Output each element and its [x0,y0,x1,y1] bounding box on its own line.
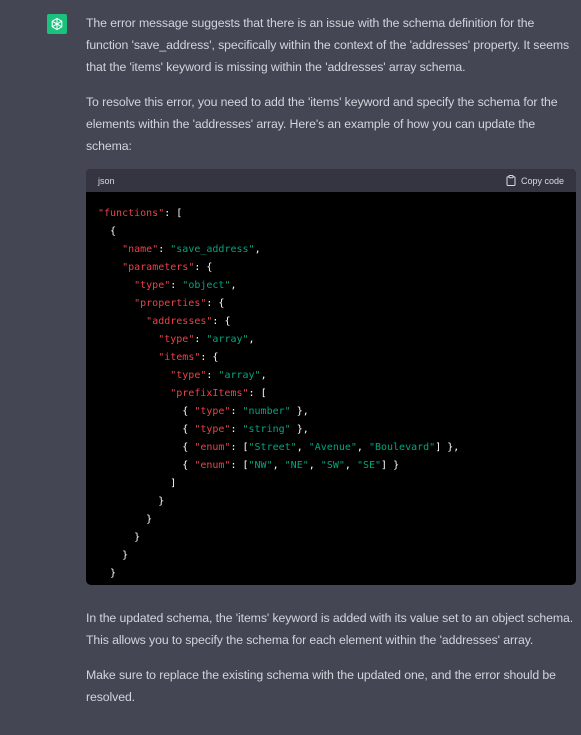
code-line: "type": "array", [170,370,267,381]
message-paragraph: In the updated schema, the 'items' keywo… [86,611,574,647]
code-line: { "enum": ["NW", "NE", "SW", "SE"] } [98,460,400,471]
copy-code-label: Copy code [520,175,564,186]
code-line: ] [98,478,177,489]
code-content: "functions": [ { "name": "save_address",… [98,205,564,585]
message-paragraph: To resolve this error, you need to add t… [86,95,558,153]
code-language-label: json [98,175,115,186]
code-line: } [98,550,129,561]
code-line: "name": "save_address", [122,244,261,255]
code-block-header: json Copy code [86,169,576,192]
clipboard-icon [506,175,516,186]
code-block: json Copy code "functions": [ { "name": … [86,169,576,585]
code-line: "parameters": { [122,262,213,273]
code-body: "functions": [ { "name": "save_address",… [86,192,576,585]
code-line: "prefixItems": [ [170,388,267,399]
code-line: } [98,568,117,579]
code-line: { [98,226,117,237]
copy-code-button[interactable]: Copy code [506,175,564,186]
code-line: { "enum": ["Street", "Avenue", "Boulevar… [98,442,460,453]
code-line: } [98,532,141,543]
code-line: } [98,514,153,525]
openai-logo-icon [50,17,64,31]
code-line: "addresses": { [146,316,231,327]
code-line: "type": "array", [158,334,255,345]
assistant-avatar [47,14,67,34]
code-line: "items": { [158,352,219,363]
code-line: "properties": { [134,298,225,309]
code-line: { "type": "string" }, [98,424,309,435]
assistant-message: The error message suggests that there is… [86,12,576,708]
code-line: } [98,496,165,507]
code-line: "type": "object", [134,280,237,291]
message-paragraph: The error message suggests that there is… [86,16,570,74]
code-line: "functions": [ [98,208,183,219]
message-paragraph: Make sure to replace the existing schema… [86,668,556,704]
code-line: ] [98,583,564,585]
code-line: { "type": "number" }, [98,406,309,417]
